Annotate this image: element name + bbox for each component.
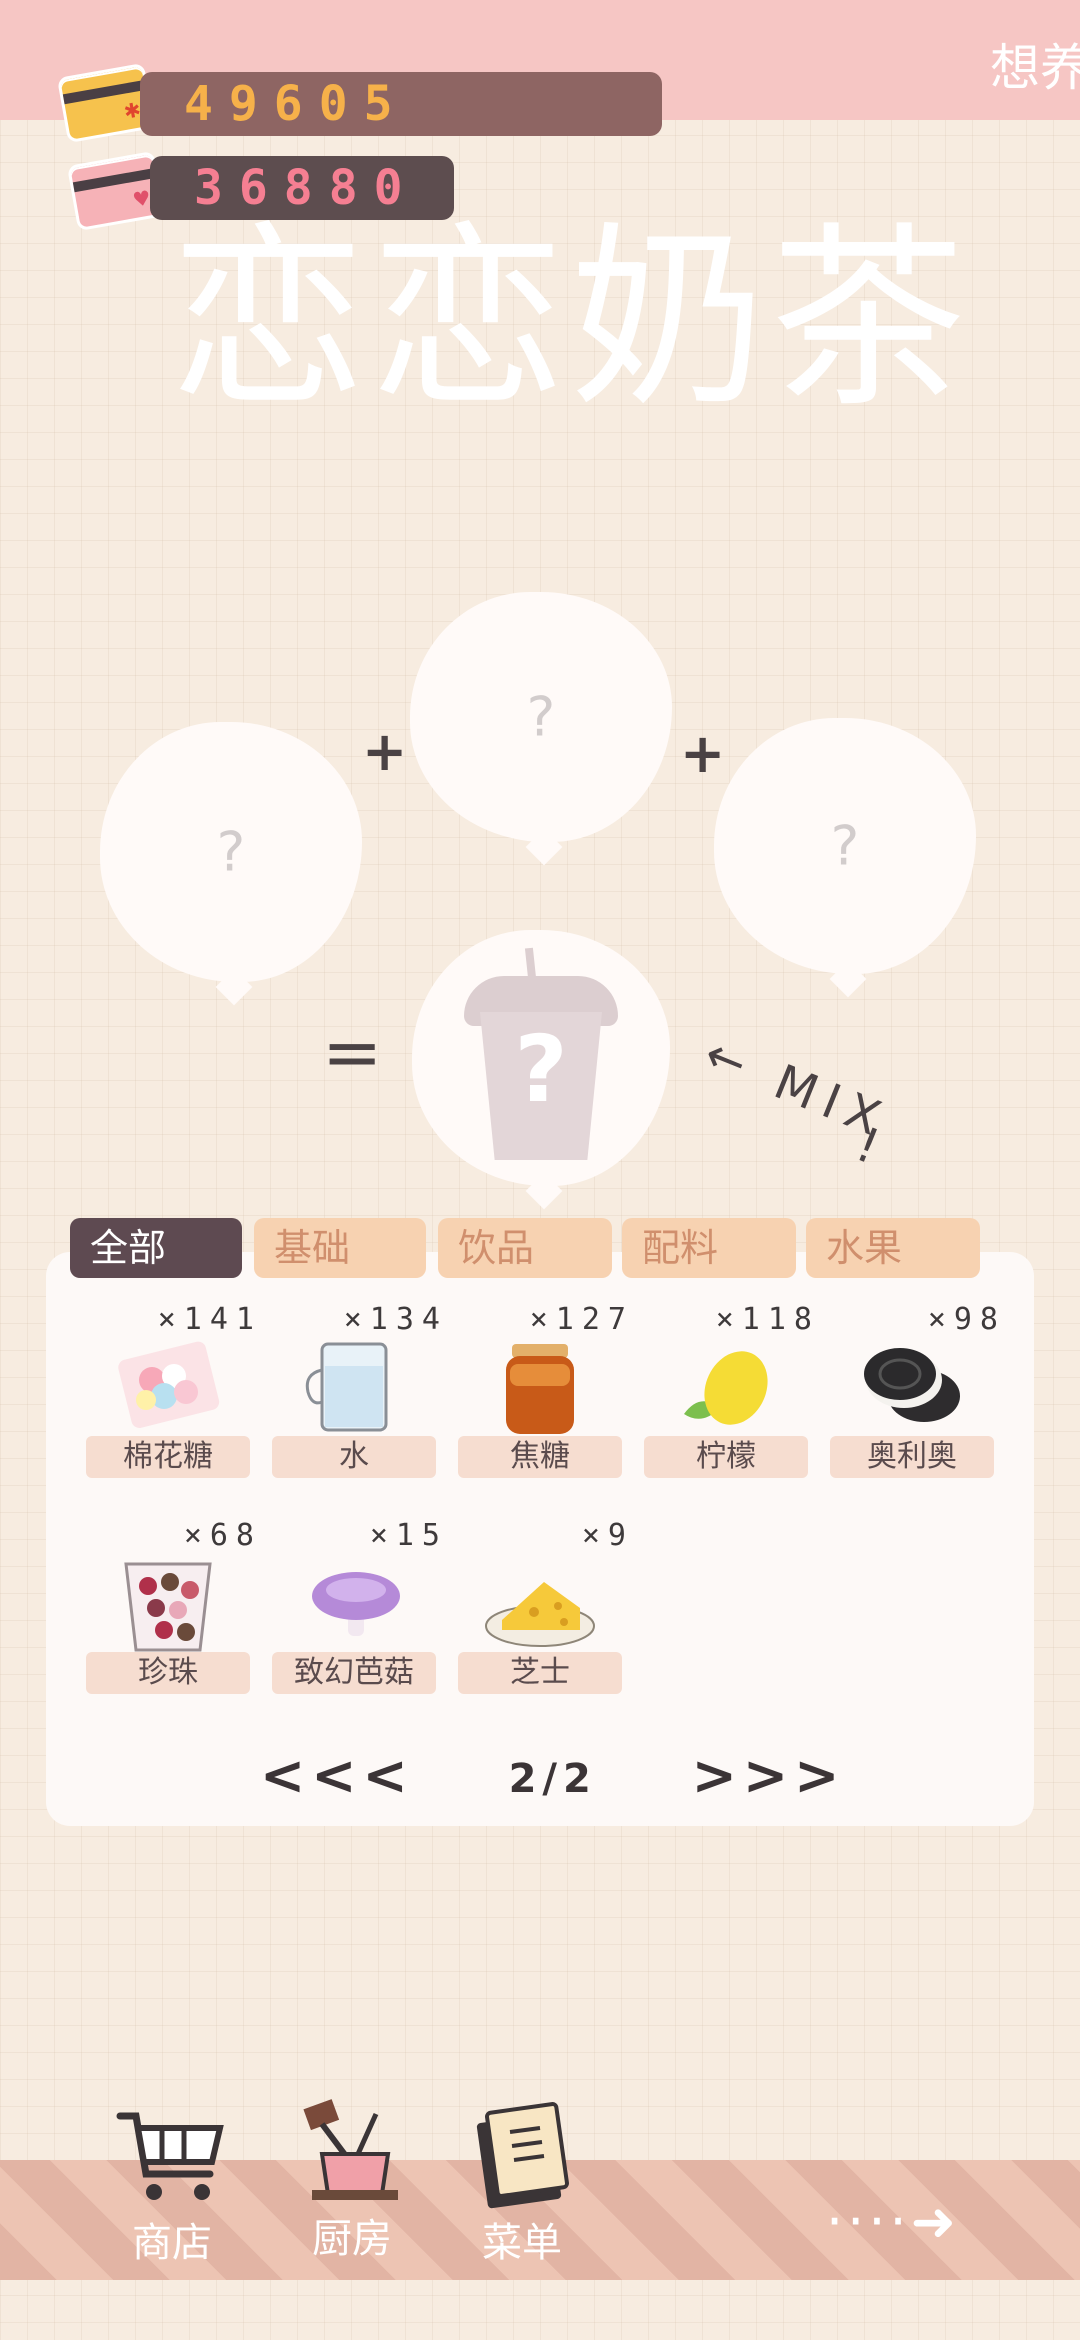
plus-sign: + <box>680 722 726 785</box>
next-arrow-icon[interactable]: ····➜ <box>826 2190 960 2253</box>
item-quantity: ×98 <box>927 1302 1006 1337</box>
tab-all[interactable]: 全部 <box>70 1218 242 1278</box>
item-name: 焦糖 <box>510 1439 570 1474</box>
kitchen-icon <box>303 2099 398 2200</box>
tab-basic[interactable]: 基础 <box>254 1218 426 1278</box>
inventory-item[interactable]: ×118 柠檬 <box>636 1302 816 1508</box>
marshmallow-icon <box>118 1341 220 1428</box>
game-title: 恋恋奶茶 <box>170 206 971 434</box>
equals-sign: = <box>322 1010 383 1094</box>
inventory-item[interactable]: ×134 水 <box>264 1302 444 1508</box>
nav-kitchen[interactable]: 厨房 <box>272 2094 432 2264</box>
caramel-icon <box>506 1344 574 1434</box>
slot-question-mark: ? <box>526 685 556 749</box>
page-indicator: 2/2 <box>508 1756 597 1803</box>
item-quantity: ×141 <box>157 1302 262 1337</box>
plus-sign: + <box>362 720 408 783</box>
item-name: 致幻芭菇 <box>294 1655 414 1690</box>
item-quantity: ×134 <box>343 1302 448 1337</box>
cheese-icon <box>485 1582 595 1647</box>
item-name: 水 <box>339 1439 369 1474</box>
item-quantity: ×118 <box>715 1302 820 1337</box>
next-page-button[interactable]: >>> <box>692 1744 846 1807</box>
item-name: 奥利奥 <box>867 1439 957 1474</box>
gold-currency-value: 49605 <box>184 76 409 132</box>
nav-shop-label: 商店 <box>132 2220 212 2266</box>
top-hint-text: 想养 <box>990 39 1080 97</box>
nav-shop[interactable]: 商店 <box>92 2098 252 2268</box>
lemon-icon <box>684 1351 768 1425</box>
mushroom-icon <box>312 1572 400 1636</box>
item-quantity: ×15 <box>369 1518 448 1553</box>
nav-menu-label: 菜单 <box>482 2220 562 2266</box>
nav-menu[interactable]: 菜单 <box>442 2098 602 2268</box>
tab-fruit[interactable]: 水果 <box>806 1218 980 1278</box>
pager: <<< 2/2 >>> <box>260 1744 839 1807</box>
item-name: 珍珠 <box>138 1655 198 1690</box>
menu-book-icon <box>476 2102 569 2209</box>
ingredient-slot-1[interactable]: ? <box>100 722 362 982</box>
cart-icon <box>116 2112 224 2200</box>
slot-question-mark: ? <box>216 820 246 884</box>
gold-currency-bar: 49605 <box>140 72 662 136</box>
water-icon <box>305 1342 388 1432</box>
slot-question-mark: ? <box>830 814 860 878</box>
inventory-item[interactable]: ×127 焦糖 <box>450 1302 630 1508</box>
inventory-item[interactable]: ×98 奥利奥 <box>822 1302 1002 1508</box>
item-name: 棉花糖 <box>123 1439 213 1474</box>
inventory-item[interactable]: ×68 珍珠 <box>78 1518 258 1724</box>
tab-drinks[interactable]: 饮品 <box>438 1218 612 1278</box>
pearl-icon <box>124 1562 212 1652</box>
tab-toppings[interactable]: 配料 <box>622 1218 796 1278</box>
result-question-mark: ? <box>514 1016 568 1123</box>
inventory-item[interactable]: ×141 棉花糖 <box>78 1302 258 1508</box>
item-quantity: ×9 <box>581 1518 634 1553</box>
nav-kitchen-label: 厨房 <box>312 2216 392 2262</box>
item-name: 柠檬 <box>696 1439 756 1474</box>
inventory-panel: ×141 棉花糖 ×134 水 ×127 焦糖 ×118 柠檬 ×98 奥利奥 … <box>46 1252 1034 1826</box>
inventory-item[interactable]: ×9 芝士 <box>450 1518 630 1724</box>
ingredient-slot-2[interactable]: ? <box>410 592 672 842</box>
inventory-item[interactable]: ×15 致幻芭菇 <box>264 1518 444 1724</box>
item-quantity: ×68 <box>183 1518 262 1553</box>
item-name: 芝士 <box>510 1655 570 1690</box>
item-quantity: ×127 <box>529 1302 634 1337</box>
oreo-icon <box>864 1348 960 1422</box>
prev-page-button[interactable]: <<< <box>260 1744 414 1807</box>
ingredient-slot-3[interactable]: ? <box>714 718 976 974</box>
